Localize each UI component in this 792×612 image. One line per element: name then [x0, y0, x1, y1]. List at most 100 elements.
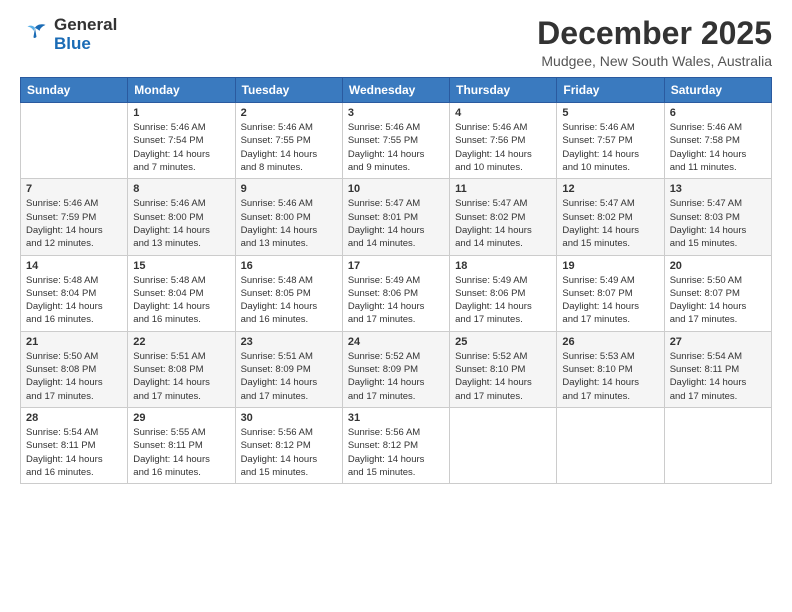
day-info: Sunrise: 5:48 AMSunset: 8:04 PMDaylight:…	[26, 274, 122, 327]
day-info: Sunrise: 5:56 AMSunset: 8:12 PMDaylight:…	[348, 426, 444, 479]
day-number: 17	[348, 260, 444, 272]
day-info: Sunrise: 5:54 AMSunset: 8:11 PMDaylight:…	[670, 350, 766, 403]
calendar-week-row: 14Sunrise: 5:48 AMSunset: 8:04 PMDayligh…	[21, 255, 772, 331]
calendar-week-row: 7 Sunrise: 5:46 AMSunset: 7:59 PMDaylight…	[21, 179, 772, 255]
day-number: 18	[455, 260, 551, 272]
day-info: Sunrise: 5:46 AMSunset: 7:55 PMDaylight:…	[348, 121, 444, 174]
day-number: 15	[133, 260, 229, 272]
calendar-day-cell: 6 Sunrise: 5:46 AMSunset: 7:58 PMDaylight…	[664, 103, 771, 179]
day-number: 26	[562, 336, 658, 348]
day-info: Sunrise: 5:47 AMSunset: 8:02 PMDaylight:…	[455, 197, 551, 250]
day-info: Sunrise: 5:55 AMSunset: 8:11 PMDaylight:…	[133, 426, 229, 479]
calendar-day-cell: 2 Sunrise: 5:46 AMSunset: 7:55 PMDaylight…	[235, 103, 342, 179]
calendar-day-cell: 7 Sunrise: 5:46 AMSunset: 7:59 PMDaylight…	[21, 179, 128, 255]
calendar-day-cell	[557, 407, 664, 483]
day-number: 22	[133, 336, 229, 348]
calendar-day-cell: 30 Sunrise: 5:56 AMSunset: 8:12 PMDayligh…	[235, 407, 342, 483]
calendar-day-header: Wednesday	[342, 78, 449, 103]
day-number: 4	[455, 107, 551, 119]
day-number: 6	[670, 107, 766, 119]
day-number: 7	[26, 183, 122, 195]
calendar-day-cell: 28 Sunrise: 5:54 AMSunset: 8:11 PMDayligh…	[21, 407, 128, 483]
day-number: 28	[26, 412, 122, 424]
calendar-day-cell: 25Sunrise: 5:52 AMSunset: 8:10 PMDayligh…	[450, 331, 557, 407]
day-info: Sunrise: 5:50 AMSunset: 8:08 PMDaylight:…	[26, 350, 122, 403]
day-number: 20	[670, 260, 766, 272]
calendar-week-row: 21 Sunrise: 5:50 AMSunset: 8:08 PMDayligh…	[21, 331, 772, 407]
calendar-day-header: Friday	[557, 78, 664, 103]
day-info: Sunrise: 5:50 AMSunset: 8:07 PMDaylight:…	[670, 274, 766, 327]
calendar-day-header: Sunday	[21, 78, 128, 103]
day-number: 30	[241, 412, 337, 424]
day-number: 27	[670, 336, 766, 348]
calendar-day-cell: 11 Sunrise: 5:47 AMSunset: 8:02 PMDayligh…	[450, 179, 557, 255]
calendar-day-cell: 1Sunrise: 5:46 AMSunset: 7:54 PMDaylight…	[128, 103, 235, 179]
day-number: 24	[348, 336, 444, 348]
day-info: Sunrise: 5:46 AMSunset: 7:54 PMDaylight:…	[133, 121, 229, 174]
header: General Blue December 2025 Mudgee, New S…	[20, 16, 772, 69]
day-number: 5	[562, 107, 658, 119]
day-info: Sunrise: 5:54 AMSunset: 8:11 PMDaylight:…	[26, 426, 122, 479]
calendar-day-cell: 26 Sunrise: 5:53 AMSunset: 8:10 PMDayligh…	[557, 331, 664, 407]
day-info: Sunrise: 5:46 AMSunset: 8:00 PMDaylight:…	[133, 197, 229, 250]
day-info: Sunrise: 5:46 AMSunset: 7:55 PMDaylight:…	[241, 121, 337, 174]
calendar-day-cell: 9 Sunrise: 5:46 AMSunset: 8:00 PMDaylight…	[235, 179, 342, 255]
day-number: 19	[562, 260, 658, 272]
calendar-day-cell: 31 Sunrise: 5:56 AMSunset: 8:12 PMDayligh…	[342, 407, 449, 483]
calendar-day-cell	[664, 407, 771, 483]
day-info: Sunrise: 5:47 AMSunset: 8:02 PMDaylight:…	[562, 197, 658, 250]
calendar-day-cell: 19Sunrise: 5:49 AMSunset: 8:07 PMDayligh…	[557, 255, 664, 331]
day-info: Sunrise: 5:47 AMSunset: 8:03 PMDaylight:…	[670, 197, 766, 250]
day-number: 2	[241, 107, 337, 119]
calendar-day-cell: 13 Sunrise: 5:47 AMSunset: 8:03 PMDayligh…	[664, 179, 771, 255]
month-title: December 2025	[537, 16, 772, 51]
day-number: 12	[562, 183, 658, 195]
day-number: 11	[455, 183, 551, 195]
logo: General Blue	[20, 16, 117, 53]
day-info: Sunrise: 5:51 AMSunset: 8:09 PMDaylight:…	[241, 350, 337, 403]
calendar-day-cell: 3 Sunrise: 5:46 AMSunset: 7:55 PMDaylight…	[342, 103, 449, 179]
day-info: Sunrise: 5:51 AMSunset: 8:08 PMDaylight:…	[133, 350, 229, 403]
calendar-day-cell: 29 Sunrise: 5:55 AMSunset: 8:11 PMDayligh…	[128, 407, 235, 483]
calendar-day-cell: 4 Sunrise: 5:46 AMSunset: 7:56 PMDaylight…	[450, 103, 557, 179]
day-info: Sunrise: 5:46 AMSunset: 8:00 PMDaylight:…	[241, 197, 337, 250]
day-info: Sunrise: 5:46 AMSunset: 7:56 PMDaylight:…	[455, 121, 551, 174]
day-info: Sunrise: 5:49 AMSunset: 8:06 PMDaylight:…	[455, 274, 551, 327]
calendar-day-cell: 17Sunrise: 5:49 AMSunset: 8:06 PMDayligh…	[342, 255, 449, 331]
calendar-day-header: Tuesday	[235, 78, 342, 103]
day-number: 3	[348, 107, 444, 119]
day-info: Sunrise: 5:56 AMSunset: 8:12 PMDaylight:…	[241, 426, 337, 479]
day-number: 21	[26, 336, 122, 348]
calendar-day-cell: 20 Sunrise: 5:50 AMSunset: 8:07 PMDayligh…	[664, 255, 771, 331]
calendar-day-cell: 10 Sunrise: 5:47 AMSunset: 8:01 PMDayligh…	[342, 179, 449, 255]
day-info: Sunrise: 5:46 AMSunset: 7:59 PMDaylight:…	[26, 197, 122, 250]
day-info: Sunrise: 5:53 AMSunset: 8:10 PMDaylight:…	[562, 350, 658, 403]
day-number: 9	[241, 183, 337, 195]
calendar-day-cell	[21, 103, 128, 179]
day-number: 29	[133, 412, 229, 424]
calendar-day-cell: 12 Sunrise: 5:47 AMSunset: 8:02 PMDayligh…	[557, 179, 664, 255]
calendar-day-cell	[450, 407, 557, 483]
day-info: Sunrise: 5:48 AMSunset: 8:04 PMDaylight:…	[133, 274, 229, 327]
day-info: Sunrise: 5:46 AMSunset: 7:58 PMDaylight:…	[670, 121, 766, 174]
day-info: Sunrise: 5:46 AMSunset: 7:57 PMDaylight:…	[562, 121, 658, 174]
calendar-day-cell: 15 Sunrise: 5:48 AMSunset: 8:04 PMDayligh…	[128, 255, 235, 331]
day-number: 8	[133, 183, 229, 195]
day-number: 23	[241, 336, 337, 348]
calendar-day-header: Saturday	[664, 78, 771, 103]
calendar-day-header: Monday	[128, 78, 235, 103]
calendar-day-cell: 21 Sunrise: 5:50 AMSunset: 8:08 PMDayligh…	[21, 331, 128, 407]
calendar-table: SundayMondayTuesdayWednesdayThursdayFrid…	[20, 77, 772, 484]
day-info: Sunrise: 5:47 AMSunset: 8:01 PMDaylight:…	[348, 197, 444, 250]
calendar-day-cell: 16Sunrise: 5:48 AMSunset: 8:05 PMDayligh…	[235, 255, 342, 331]
calendar-day-cell: 14Sunrise: 5:48 AMSunset: 8:04 PMDayligh…	[21, 255, 128, 331]
logo-bird-icon	[20, 21, 50, 49]
calendar-day-cell: 18 Sunrise: 5:49 AMSunset: 8:06 PMDayligh…	[450, 255, 557, 331]
day-number: 13	[670, 183, 766, 195]
calendar-week-row: 28 Sunrise: 5:54 AMSunset: 8:11 PMDayligh…	[21, 407, 772, 483]
day-number: 31	[348, 412, 444, 424]
day-number: 10	[348, 183, 444, 195]
page-container: General Blue December 2025 Mudgee, New S…	[0, 0, 792, 494]
calendar-day-cell: 22 Sunrise: 5:51 AMSunset: 8:08 PMDayligh…	[128, 331, 235, 407]
title-block: December 2025 Mudgee, New South Wales, A…	[537, 16, 772, 69]
